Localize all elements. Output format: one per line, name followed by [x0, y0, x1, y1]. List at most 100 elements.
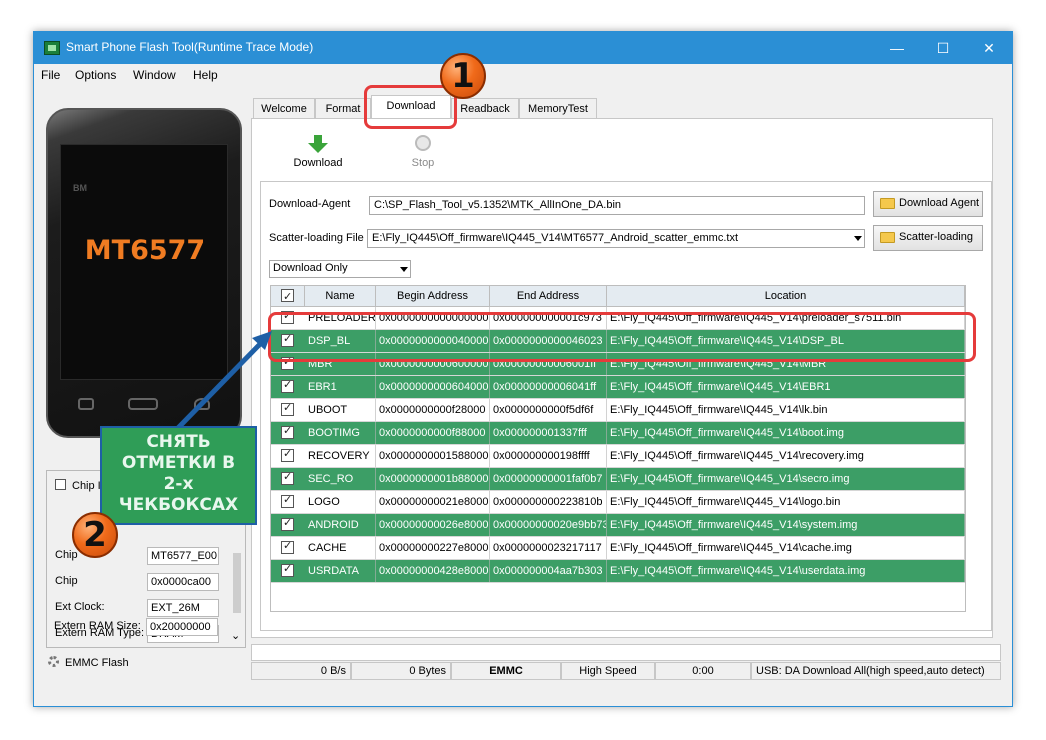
ram-size-value: 0x20000000 [146, 618, 218, 636]
status-usb-mode: USB: DA Download All(high speed,auto det… [751, 662, 1001, 680]
tab-memorytest[interactable]: MemoryTest [519, 98, 597, 119]
tab-format[interactable]: Format [315, 98, 371, 119]
cell-name: SEC_RO [305, 468, 376, 490]
cell-end: 0x000000000223810b [490, 491, 607, 513]
chip-info-scrollbar[interactable]: ⌄ [231, 553, 243, 647]
status-speed-mode: High Speed [561, 662, 655, 680]
stop-icon [415, 135, 431, 151]
folder-icon [880, 198, 895, 209]
cell-location: E:\Fly_IQ445\Off_firmware\IQ445_V14\cach… [607, 537, 965, 559]
flash-tool-window: Smart Phone Flash Tool(Runtime Trace Mod… [33, 31, 1013, 707]
download-button[interactable]: Download [288, 135, 348, 169]
select-all-header[interactable] [271, 286, 305, 307]
download-agent-button[interactable]: Download Agent [873, 191, 983, 217]
table-row[interactable]: ANDROID0x00000000026e80000x00000000020e9… [271, 514, 965, 537]
folder-icon [880, 232, 895, 243]
scatter-loading-button[interactable]: Scatter-loading [873, 225, 983, 251]
back-key-icon [194, 398, 210, 410]
emmc-flash-item[interactable]: EMMC Flash [48, 656, 129, 669]
scroll-down-icon[interactable]: ⌄ [231, 629, 240, 642]
cell-location: E:\Fly_IQ445\Off_firmware\IQ445_V14\syst… [607, 514, 965, 536]
tab-welcome[interactable]: Welcome [253, 98, 315, 119]
phone-keys [48, 392, 240, 422]
cell-end: 0x00000000001faf0b7 [490, 468, 607, 490]
stop-button[interactable]: Stop [398, 135, 448, 169]
cell-name: UBOOT [305, 399, 376, 421]
instruction-callout: СНЯТЬ ОТМЕТКИ В 2-х ЧЕКБОКСАХ [100, 426, 257, 525]
cell-name: USRDATA [305, 560, 376, 582]
row-checkbox[interactable] [281, 470, 294, 485]
download-tab-highlight [364, 85, 457, 129]
menu-file[interactable]: File [41, 68, 60, 82]
cell-end: 0x000000000198ffff [490, 445, 607, 467]
cell-name: EBR1 [305, 376, 376, 398]
row-checkbox[interactable] [281, 401, 294, 416]
row-checkbox[interactable] [281, 378, 294, 393]
column-header-end[interactable]: End Address [490, 286, 607, 307]
row-checkbox[interactable] [281, 493, 294, 508]
progress-bar [251, 644, 1001, 661]
cell-location: E:\Fly_IQ445\Off_firmware\IQ445_V14\lk.b… [607, 399, 965, 421]
close-button[interactable]: ✕ [966, 32, 1012, 64]
title-bar: Smart Phone Flash Tool(Runtime Trace Mod… [34, 32, 1012, 64]
app-icon [44, 41, 60, 55]
select-all-checkbox[interactable] [281, 287, 294, 307]
tab-readback[interactable]: Readback [451, 98, 519, 119]
step-badge-2: 2 [72, 512, 118, 558]
ext-clock-value: EXT_26M [147, 599, 219, 617]
cell-location: E:\Fly_IQ445\Off_firmware\IQ445_V14\logo… [607, 491, 965, 513]
minimize-button[interactable]: — [874, 32, 920, 64]
rows-highlight [268, 312, 976, 362]
column-header-location[interactable]: Location [607, 286, 965, 307]
cell-begin: 0x0000000001b88000 [376, 468, 490, 490]
table-row[interactable]: UBOOT0x0000000000f280000x0000000000f5df6… [271, 399, 965, 422]
table-row[interactable]: RECOVERY0x00000000015880000x000000000198… [271, 445, 965, 468]
maximize-button[interactable]: ☐ [920, 32, 966, 64]
table-row[interactable]: LOGO0x00000000021e80000x000000000223810b… [271, 491, 965, 514]
cell-name: BOOTIMG [305, 422, 376, 444]
row-checkbox[interactable] [281, 424, 294, 439]
cell-end: 0x0000000000f5df6f [490, 399, 607, 421]
menu-key-icon [78, 398, 94, 410]
cell-begin: 0x00000000021e8000 [376, 491, 490, 513]
cell-name: RECOVERY [305, 445, 376, 467]
column-header-name[interactable]: Name [305, 286, 376, 307]
download-tab-panel: Download Stop Download-Agent C:\SP_Flash… [251, 118, 993, 638]
table-row[interactable]: BOOTIMG0x0000000000f880000x000000001337f… [271, 422, 965, 445]
row-checkbox[interactable] [281, 539, 294, 554]
cell-end: 0x0000000023217117 [490, 537, 607, 559]
download-agent-label: Download-Agent [269, 198, 351, 210]
menu-window[interactable]: Window [133, 68, 176, 82]
table-row[interactable]: USRDATA0x00000000428e80000x000000004aa7b… [271, 560, 965, 583]
row-checkbox[interactable] [281, 516, 294, 531]
cell-name: LOGO [305, 491, 376, 513]
chip-id-value: 0x0000ca00 [147, 573, 219, 591]
row-checkbox[interactable] [281, 447, 294, 462]
status-speed: 0 B/s [251, 662, 351, 680]
table-row[interactable]: SEC_RO0x0000000001b880000x00000000001faf… [271, 468, 965, 491]
window-title: Smart Phone Flash Tool(Runtime Trace Mod… [66, 40, 314, 54]
column-header-begin[interactable]: Begin Address [376, 286, 490, 307]
menu-help[interactable]: Help [193, 68, 218, 82]
download-mode-select[interactable]: Download Only [269, 260, 411, 278]
table-row[interactable]: CACHE0x00000000227e80000x000000002321711… [271, 537, 965, 560]
cell-begin: 0x00000000026e8000 [376, 514, 490, 536]
cell-begin: 0x0000000000f88000 [376, 422, 490, 444]
chip-name-label: Chip [55, 549, 78, 561]
cell-begin: 0x00000000428e8000 [376, 560, 490, 582]
phone-screen: BM MT6577 [60, 144, 228, 380]
table-row[interactable]: EBR10x00000000006040000x00000000006041ff… [271, 376, 965, 399]
cell-location: E:\Fly_IQ445\Off_firmware\IQ445_V14\reco… [607, 445, 965, 467]
menu-options[interactable]: Options [75, 68, 116, 82]
row-checkbox[interactable] [281, 562, 294, 577]
chip-info-icon [55, 479, 66, 490]
download-agent-field[interactable]: C:\SP_Flash_Tool_v5.1352\MTK_AllInOne_DA… [369, 196, 865, 215]
chevron-down-icon [400, 267, 408, 272]
cell-name: CACHE [305, 537, 376, 559]
ext-clock-label: Ext Clock: [55, 601, 105, 613]
download-arrow-icon [314, 135, 322, 143]
scatter-file-select[interactable]: E:\Fly_IQ445\Off_firmware\IQ445_V14\MT65… [367, 229, 865, 248]
cell-location: E:\Fly_IQ445\Off_firmware\IQ445_V14\user… [607, 560, 965, 582]
ram-size-label: Extern RAM Size: [54, 620, 141, 632]
chip-id-label: Chip [55, 575, 78, 587]
